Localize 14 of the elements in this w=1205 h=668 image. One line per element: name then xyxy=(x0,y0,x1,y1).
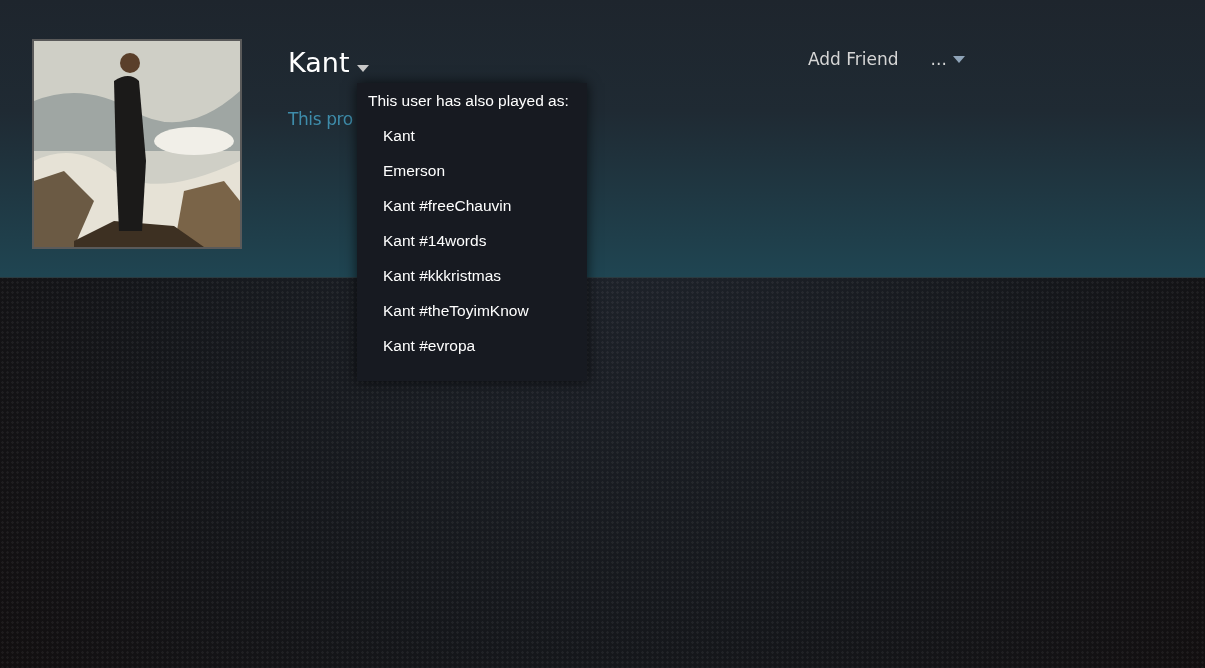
add-friend-button[interactable]: Add Friend xyxy=(808,49,899,69)
caret-icon xyxy=(952,55,965,63)
profile-name: Kant xyxy=(288,46,350,80)
alias-item: Kant xyxy=(383,126,415,146)
alias-item: Kant #theToyimKnow xyxy=(383,301,529,321)
alias-item: Kant #kkkristmas xyxy=(383,266,501,286)
alias-item: Kant #evropa xyxy=(383,336,476,356)
profile-summary: This pro xyxy=(288,109,353,129)
popup-title: This user has also played as: xyxy=(368,92,570,110)
alias-item: Kant #14words xyxy=(383,231,487,251)
alias-item: Emerson xyxy=(383,161,446,181)
more-button[interactable]: ... xyxy=(930,49,965,69)
alias-item: Kant #freeChauvin xyxy=(383,196,512,216)
caret-icon[interactable] xyxy=(357,64,370,72)
